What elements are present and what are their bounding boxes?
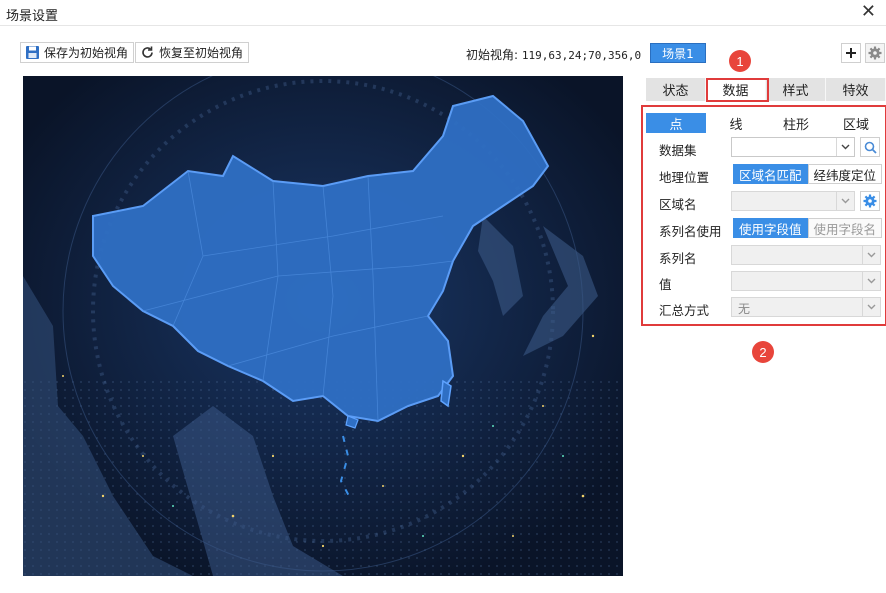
series-use-field-name[interactable]: 使用字段名	[807, 218, 883, 238]
initial-view-value: 119,63,24;70,356,0	[521, 49, 642, 62]
tab-status[interactable]: 状态	[646, 78, 706, 101]
region-settings-button[interactable]	[860, 191, 880, 211]
chevron-down-icon	[836, 138, 854, 156]
search-icon	[864, 141, 877, 154]
series-name-use-label: 系列名使用	[659, 224, 722, 239]
series-name-label: 系列名	[659, 251, 697, 266]
geo-location-toggle: 区域名匹配 经纬度定位	[733, 164, 883, 184]
chevron-down-icon	[862, 298, 880, 316]
series-name-select[interactable]	[731, 245, 881, 265]
subtab-point[interactable]: 点	[646, 113, 706, 133]
series-use-field-value[interactable]: 使用字段值	[733, 218, 808, 238]
summary-method-select[interactable]: 无	[731, 297, 881, 317]
restore-initial-view-label: 恢复至初始视角	[159, 46, 244, 60]
scene-1-tab[interactable]: 场景1	[650, 43, 706, 63]
subtab-line[interactable]: 线	[706, 113, 766, 133]
china-map-illustration	[23, 76, 623, 576]
restore-initial-view-button[interactable]: 恢复至初始视角	[135, 42, 250, 63]
summary-method-label: 汇总方式	[659, 303, 710, 318]
scene-settings-button[interactable]	[865, 43, 885, 63]
plus-icon	[846, 48, 856, 58]
dataset-search-button[interactable]	[860, 137, 880, 157]
add-scene-button[interactable]	[841, 43, 861, 63]
window-title: 场景设置	[6, 9, 59, 24]
save-initial-view-label: 保存为初始视角	[44, 46, 129, 60]
dataset-select[interactable]	[731, 137, 855, 157]
subtab-column[interactable]: 柱形	[766, 113, 826, 133]
refresh-icon	[139, 45, 155, 61]
tab-data[interactable]: 数据	[706, 78, 766, 101]
title-bar: 场景设置 ✕	[0, 0, 886, 26]
tab-style[interactable]: 样式	[766, 78, 826, 101]
data-type-tabs: 点 线 柱形 区域	[646, 113, 886, 133]
map-preview[interactable]	[23, 76, 623, 576]
close-icon[interactable]: ✕	[861, 2, 876, 22]
initial-view-label: 初始视角:	[466, 48, 519, 62]
chevron-down-icon	[862, 272, 880, 290]
region-name-label: 区域名	[659, 197, 697, 212]
value-select[interactable]	[731, 271, 881, 291]
region-name-select[interactable]	[731, 191, 855, 211]
geo-option-region-match[interactable]: 区域名匹配	[733, 164, 808, 184]
chevron-down-icon	[836, 192, 854, 210]
dataset-label: 数据集	[659, 143, 697, 158]
geo-option-lnglat[interactable]: 经纬度定位	[807, 164, 883, 184]
summary-method-value: 无	[738, 302, 751, 316]
gear-icon	[868, 46, 882, 60]
series-name-use-toggle: 使用字段值 使用字段名	[733, 218, 883, 238]
property-tabs: 状态 数据 样式 特效	[646, 78, 886, 101]
save-initial-view-button[interactable]: 保存为初始视角	[20, 42, 135, 63]
tab-effects[interactable]: 特效	[826, 78, 886, 101]
save-icon	[24, 45, 40, 61]
subtab-region[interactable]: 区域	[826, 113, 886, 133]
value-label: 值	[659, 277, 672, 292]
scene-settings-dialog: 场景设置 ✕ 保存为初始视角 恢复至初始视角 初始视角: 119,63,24;7…	[0, 0, 886, 593]
annotation-marker-2: 2	[752, 341, 774, 363]
initial-view-readout: 初始视角: 119,63,24;70,356,0	[466, 46, 641, 63]
geo-location-label: 地理位置	[659, 170, 710, 185]
chevron-down-icon	[862, 246, 880, 264]
annotation-marker-1: 1	[729, 50, 751, 72]
gear-icon	[863, 194, 877, 208]
